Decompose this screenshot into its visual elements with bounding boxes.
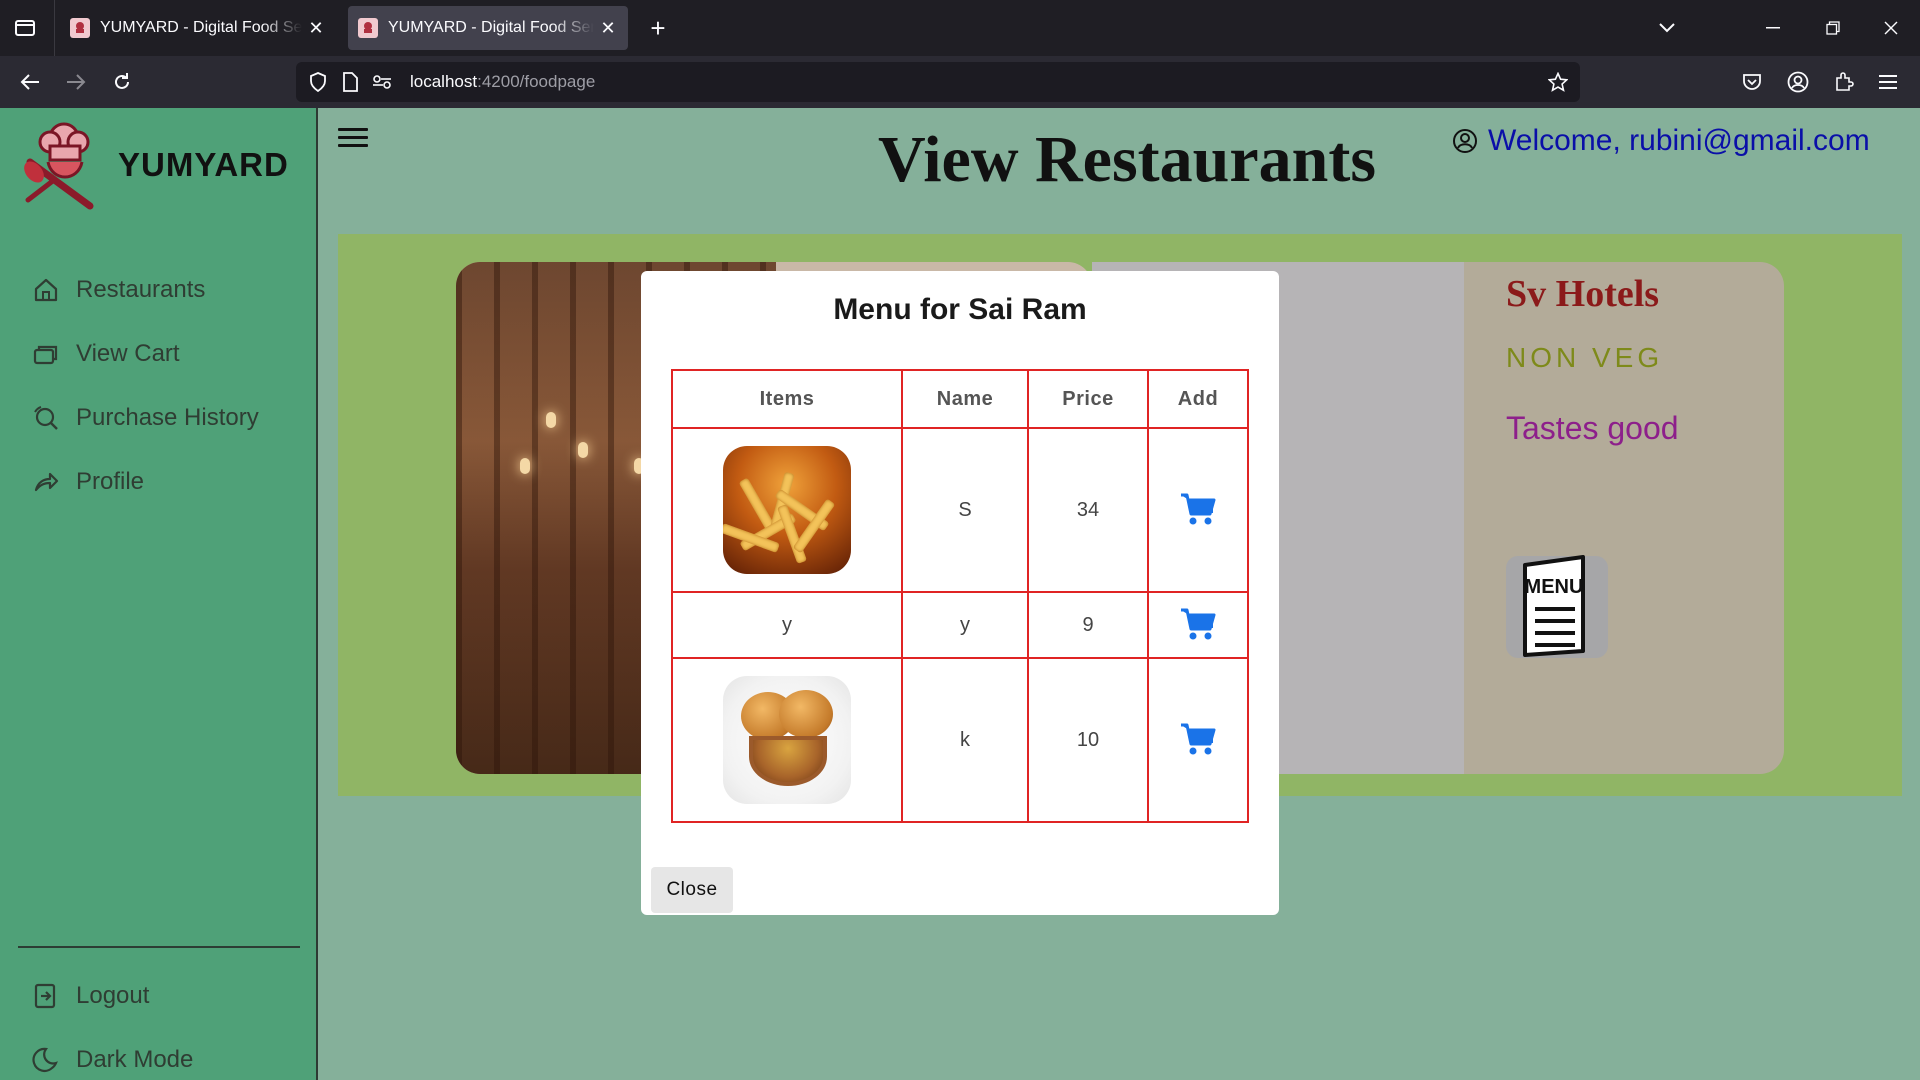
shield-icon[interactable] bbox=[306, 70, 330, 94]
column-header: Items bbox=[671, 369, 903, 429]
restaurant-card-sv-hotels: Sv Hotels NON VEG Tastes good MENU bbox=[1464, 262, 1784, 774]
hamburger-menu-icon[interactable] bbox=[338, 128, 368, 152]
logout-icon bbox=[34, 983, 56, 1009]
food-image-fries bbox=[723, 446, 851, 574]
chef-logo-icon bbox=[24, 120, 104, 210]
column-header: Price bbox=[1027, 369, 1149, 429]
name-cell: k bbox=[901, 657, 1029, 823]
menu-modal: Menu for Sai Ram Items Name Price Add S … bbox=[641, 271, 1279, 915]
menu-icon[interactable]: MENU bbox=[1506, 555, 1608, 658]
add-to-cart-icon[interactable] bbox=[1178, 719, 1218, 759]
forward-icon[interactable] bbox=[60, 66, 92, 98]
sidebar-item-view-cart[interactable]: View Cart bbox=[32, 336, 180, 372]
sidebar-item-dark-mode[interactable]: Dark Mode bbox=[32, 1042, 193, 1078]
moon-icon bbox=[32, 1047, 58, 1072]
bookmark-star-icon[interactable] bbox=[1546, 70, 1570, 94]
sidebar-item-restaurants[interactable]: Restaurants bbox=[32, 272, 205, 308]
price-cell: 34 bbox=[1027, 427, 1149, 593]
table-header-row: Items Name Price Add bbox=[671, 369, 1249, 429]
page-icon[interactable] bbox=[338, 70, 362, 94]
sidebar-item-profile[interactable]: Profile bbox=[32, 464, 144, 500]
share-arrow-icon bbox=[34, 472, 59, 492]
add-to-cart-icon[interactable] bbox=[1178, 489, 1218, 529]
browser-navbar: localhost:4200/foodpage bbox=[0, 56, 1920, 108]
restaurant-type: NON VEG bbox=[1506, 342, 1664, 373]
reload-icon[interactable] bbox=[106, 66, 138, 98]
page-content: YUMYARD Restaurants View Cart Purchase H… bbox=[0, 108, 1920, 1080]
tab-list-icon[interactable] bbox=[10, 14, 40, 42]
browser-tab-active[interactable]: YUMYARD - Digital Food Service ✕ bbox=[348, 6, 628, 50]
sidebar-item-label: Logout bbox=[76, 982, 150, 1009]
favicon-icon bbox=[70, 18, 90, 38]
sidebar-item-label: View Cart bbox=[76, 340, 180, 367]
restore-icon[interactable] bbox=[1818, 14, 1848, 42]
food-image-poori bbox=[723, 676, 851, 804]
minimize-icon[interactable] bbox=[1758, 14, 1788, 42]
item-cell: y bbox=[671, 591, 903, 659]
close-tab-icon[interactable]: ✕ bbox=[598, 18, 618, 38]
account-icon[interactable] bbox=[1782, 66, 1814, 98]
tab-title: YUMYARD - Digital Food Service bbox=[100, 19, 302, 36]
sidebar-item-label: Dark Mode bbox=[76, 1046, 194, 1073]
name-cell: y bbox=[901, 591, 1029, 659]
url-host: localhost bbox=[410, 72, 478, 91]
url-text: localhost:4200/foodpage bbox=[410, 72, 595, 92]
tab-separator bbox=[54, 0, 55, 56]
add-cell bbox=[1147, 427, 1249, 593]
close-window-icon[interactable] bbox=[1876, 14, 1906, 42]
add-cell bbox=[1147, 591, 1249, 659]
price-cell: 9 bbox=[1027, 591, 1149, 659]
history-search-icon bbox=[34, 406, 58, 430]
pocket-icon[interactable] bbox=[1736, 66, 1768, 98]
sidebar-item-purchase-history[interactable]: Purchase History bbox=[32, 400, 259, 436]
price-cell: 10 bbox=[1027, 657, 1149, 823]
page-title: View Restaurants bbox=[878, 123, 1376, 196]
cart-stack-icon bbox=[33, 345, 58, 365]
home-icon bbox=[34, 278, 58, 302]
column-header: Add bbox=[1147, 369, 1249, 429]
close-tab-icon[interactable]: ✕ bbox=[306, 18, 326, 38]
tab-overflow-chevron-icon[interactable] bbox=[1652, 14, 1682, 42]
table-row: y y 9 bbox=[671, 591, 1249, 659]
sidebar: YUMYARD Restaurants View Cart Purchase H… bbox=[0, 108, 318, 1080]
sidebar-item-label: Profile bbox=[76, 468, 145, 495]
back-icon[interactable] bbox=[14, 66, 46, 98]
item-cell bbox=[671, 427, 903, 593]
restaurant-name: Sv Hotels bbox=[1506, 273, 1660, 315]
site-permissions-icon[interactable] bbox=[370, 70, 394, 94]
restaurant-description: Tastes good bbox=[1506, 410, 1679, 446]
tab-title: YUMYARD - Digital Food Service bbox=[388, 19, 594, 36]
sidebar-item-label: Restaurants bbox=[76, 276, 206, 303]
brand-name: YUMYARD bbox=[118, 146, 289, 183]
item-cell bbox=[671, 657, 903, 823]
table-row: k 10 bbox=[671, 657, 1249, 823]
add-to-cart-icon[interactable] bbox=[1178, 604, 1218, 644]
sidebar-divider bbox=[18, 946, 300, 948]
user-circle-icon bbox=[1453, 129, 1477, 153]
app-menu-icon[interactable] bbox=[1872, 66, 1904, 98]
extensions-icon[interactable] bbox=[1828, 66, 1860, 98]
new-tab-icon[interactable]: + bbox=[644, 13, 672, 43]
welcome-text: Welcome, rubini@gmail.com bbox=[1488, 124, 1870, 157]
url-bar[interactable]: localhost:4200/foodpage bbox=[296, 62, 1580, 102]
column-header: Name bbox=[901, 369, 1029, 429]
sidebar-item-logout[interactable]: Logout bbox=[32, 978, 149, 1014]
name-cell: S bbox=[901, 427, 1029, 593]
close-button[interactable]: Close bbox=[651, 867, 733, 913]
add-cell bbox=[1147, 657, 1249, 823]
menu-table: Items Name Price Add S 34 y y 9 k 10 bbox=[671, 369, 1249, 823]
table-row: S 34 bbox=[671, 427, 1249, 593]
browser-tabbar: YUMYARD - Digital Food Service ✕ YUMYARD… bbox=[0, 0, 1920, 56]
url-path: :4200/foodpage bbox=[477, 72, 596, 91]
modal-title: Menu for Sai Ram bbox=[833, 293, 1087, 326]
browser-tab[interactable]: YUMYARD - Digital Food Service ✕ bbox=[60, 6, 336, 50]
svg-text:MENU: MENU bbox=[1525, 576, 1584, 598]
welcome-user[interactable]: Welcome, rubini@gmail.com bbox=[1452, 124, 1870, 158]
sidebar-item-label: Purchase History bbox=[76, 404, 259, 431]
favicon-icon bbox=[358, 18, 378, 38]
